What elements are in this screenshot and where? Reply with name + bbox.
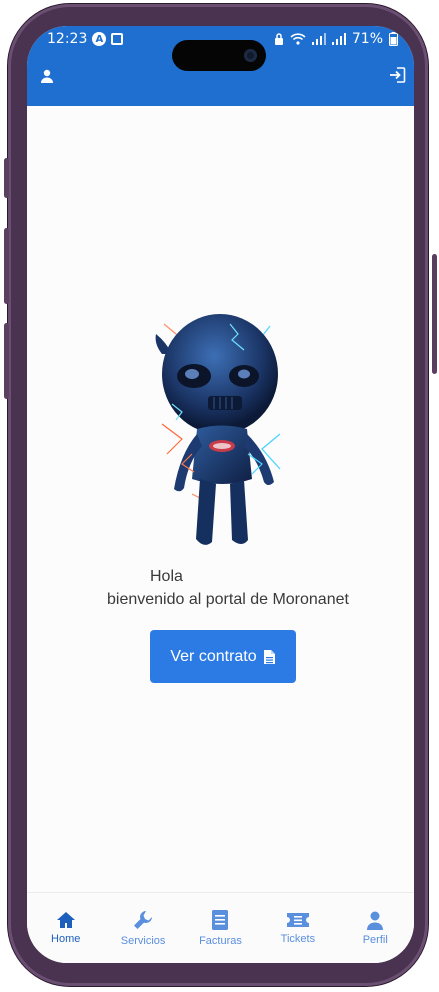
greeting-text: Hola — [150, 568, 183, 585]
nav-item-servicios[interactable]: Servicios — [107, 898, 179, 958]
status-time: 12:23 — [47, 31, 88, 47]
battery-icon — [389, 32, 398, 46]
nav-item-home[interactable]: Home — [30, 898, 102, 958]
nav-label: Perfil — [362, 934, 388, 946]
signal-icon — [311, 33, 326, 45]
wrench-icon — [134, 911, 153, 929]
view-contract-button[interactable]: Ver contrato — [150, 630, 296, 683]
ticket-icon — [286, 913, 309, 927]
signal-icon — [331, 33, 346, 45]
nav-item-facturas[interactable]: Facturas — [184, 898, 256, 958]
nav-label: Tickets — [280, 933, 316, 945]
status-bar-left: 12:23 A — [47, 31, 124, 47]
status-bar-right: 71% — [274, 31, 398, 47]
document-icon — [263, 649, 275, 664]
nav-item-perfil[interactable]: Perfil — [339, 898, 411, 958]
notification-icon — [111, 33, 124, 45]
profile-button[interactable] — [35, 64, 59, 88]
bottom-nav: Home Servicios Facturas Tickets Perfil — [27, 892, 414, 963]
user-icon — [41, 69, 53, 83]
nav-label: Facturas — [199, 935, 242, 947]
nav-item-tickets[interactable]: Tickets — [262, 898, 334, 958]
sign-out-icon — [390, 67, 406, 83]
view-contract-label: Ver contrato — [170, 647, 257, 665]
user-icon — [367, 911, 384, 930]
welcome-text: bienvenido al portal de Moronanet — [107, 591, 349, 608]
side-button — [4, 158, 9, 198]
home-icon — [56, 912, 75, 928]
app-screen: 12:23 A 71% Hola bienvenido al portal de… — [27, 26, 414, 963]
nav-label: Servicios — [120, 935, 166, 947]
app-header: 12:23 A 71% — [27, 26, 414, 106]
battery-percent: 71% — [351, 31, 383, 47]
main-content: Hola bienvenido al portal de Moronanet V… — [27, 106, 414, 893]
camera-icon — [244, 49, 257, 62]
app-a-icon: A — [92, 32, 107, 46]
nav-label: Home — [51, 933, 81, 945]
camera-notch — [172, 40, 266, 71]
mascot-image — [155, 314, 281, 545]
wifi-icon — [290, 33, 306, 45]
receipt-icon — [212, 910, 229, 930]
side-button — [4, 323, 9, 399]
side-button — [432, 254, 437, 374]
lock-icon — [274, 33, 283, 45]
side-button — [4, 228, 9, 304]
logout-button[interactable] — [384, 62, 410, 88]
